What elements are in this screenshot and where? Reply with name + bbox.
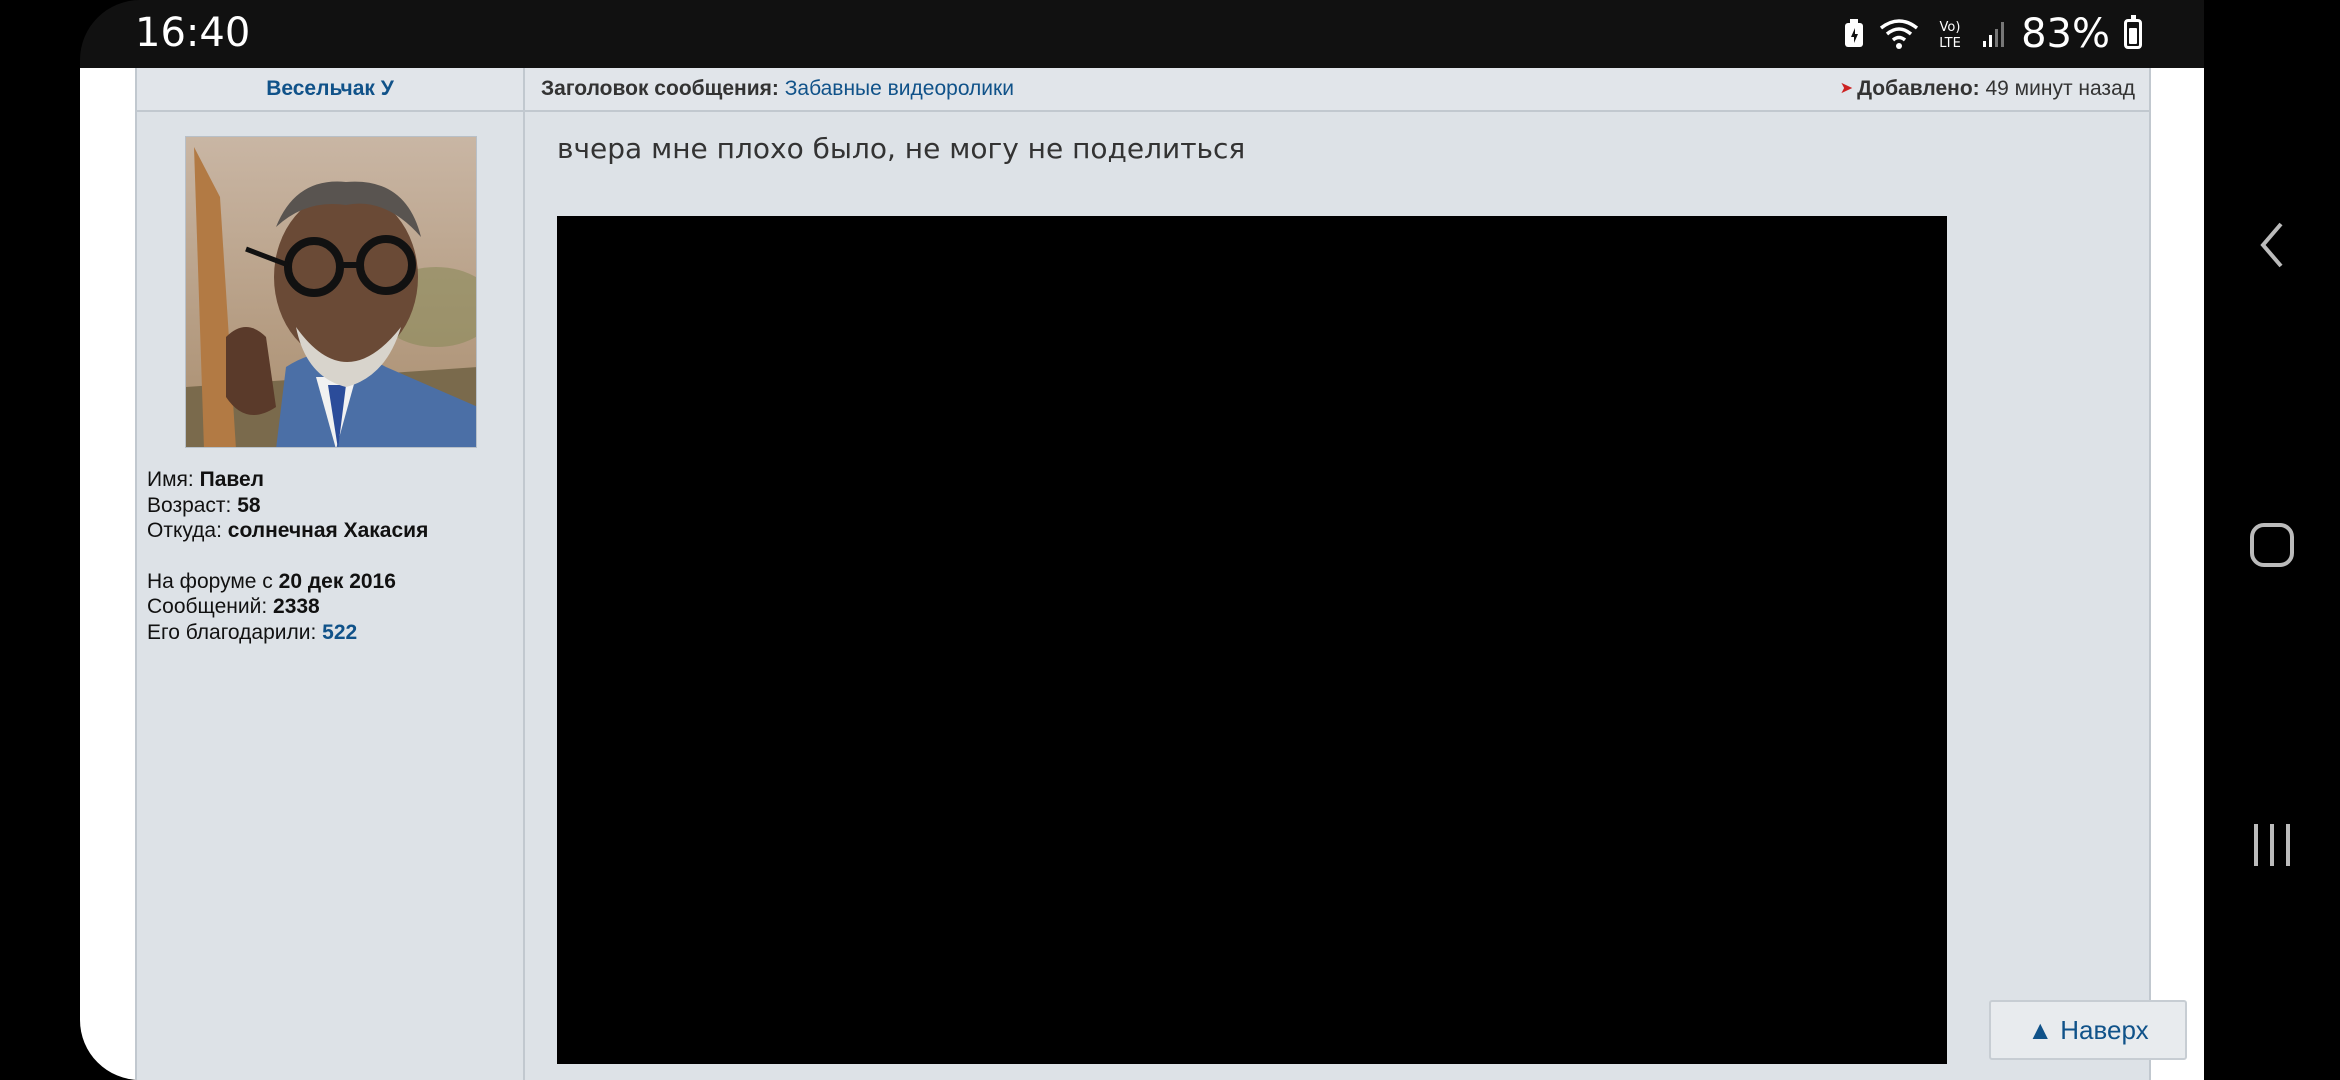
status-icons: Vo) LTE 83% — [1843, 10, 2142, 58]
profile-from-row: Откуда: солнечная Хакасия — [147, 519, 429, 542]
avatar — [185, 136, 477, 448]
author-profile: Имя: Павел Возраст: 58 Откуда: солнечная… — [137, 112, 525, 1080]
volte-icon: Vo) LTE — [1939, 20, 1961, 51]
home-icon — [2250, 523, 2294, 567]
post-date: ➤ Добавлено: 49 минут назад — [1840, 68, 2135, 110]
post-link-arrow-icon[interactable]: ➤ — [1840, 80, 1853, 97]
author-name-link[interactable]: Весельчак У — [137, 68, 525, 110]
profile-name: Павел — [199, 468, 265, 491]
profile-name-row: Имя: Павел — [147, 468, 265, 491]
post-body: вчера мне плохо было, не могу не поделит… — [543, 112, 2149, 1080]
subject-link[interactable]: Забавные видеоролики — [785, 77, 1014, 100]
browser-viewport[interactable]: Весельчак У Заголовок сообщения: Забавны… — [80, 68, 2204, 1080]
status-bar: 16:40 Vo) LTE 83% — [80, 0, 2204, 68]
video-player[interactable] — [557, 216, 1947, 1064]
profile-since-row: На форуме с 20 дек 2016 — [147, 569, 396, 593]
added-value: 49 минут назад — [1985, 77, 2135, 100]
back-button[interactable] — [2204, 210, 2340, 280]
clock: 16:40 — [135, 10, 251, 56]
battery-saver-icon — [1845, 19, 1864, 47]
profile-posts: 2338 — [273, 595, 320, 618]
message-text: вчера мне плохо было, не могу не поделит… — [557, 132, 1246, 165]
svg-text:Vo): Vo) — [1940, 20, 1961, 35]
profile-age: 58 — [237, 493, 261, 517]
profile-thanks-row: Его благодарили: 522 — [147, 620, 358, 644]
profile-thanks-link[interactable]: 522 — [322, 621, 357, 644]
profile-posts-row: Сообщений: 2338 — [147, 595, 320, 618]
forum-post: Весельчак У Заголовок сообщения: Забавны… — [135, 68, 2151, 1080]
wifi-icon — [1880, 19, 1919, 49]
back-to-top-button[interactable]: ▲ Наверх — [1989, 1000, 2187, 1060]
post-subject: Заголовок сообщения: Забавные видеоролик… — [541, 68, 1014, 110]
added-label: Добавлено: — [1857, 77, 1980, 100]
profile-from: солнечная Хакасия — [227, 519, 429, 542]
svg-text:LTE: LTE — [1939, 36, 1961, 51]
profile-info: Имя: Павел Возраст: 58 Откуда: солнечная… — [147, 467, 428, 645]
recents-button[interactable] — [2204, 810, 2340, 880]
battery-percent: 83% — [2021, 11, 2110, 57]
home-button[interactable] — [2204, 510, 2340, 580]
signal-icon — [1983, 22, 2005, 47]
profile-age-row: Возраст: 58 — [147, 493, 261, 517]
back-icon — [2260, 222, 2283, 268]
subject-label: Заголовок сообщения: — [541, 77, 779, 100]
recents-icon — [2254, 824, 2290, 866]
battery-icon — [2124, 15, 2142, 49]
profile-since: 20 дек 2016 — [278, 569, 396, 593]
navigation-bar — [2204, 0, 2340, 1080]
post-header: Весельчак У Заголовок сообщения: Забавны… — [137, 68, 2149, 112]
